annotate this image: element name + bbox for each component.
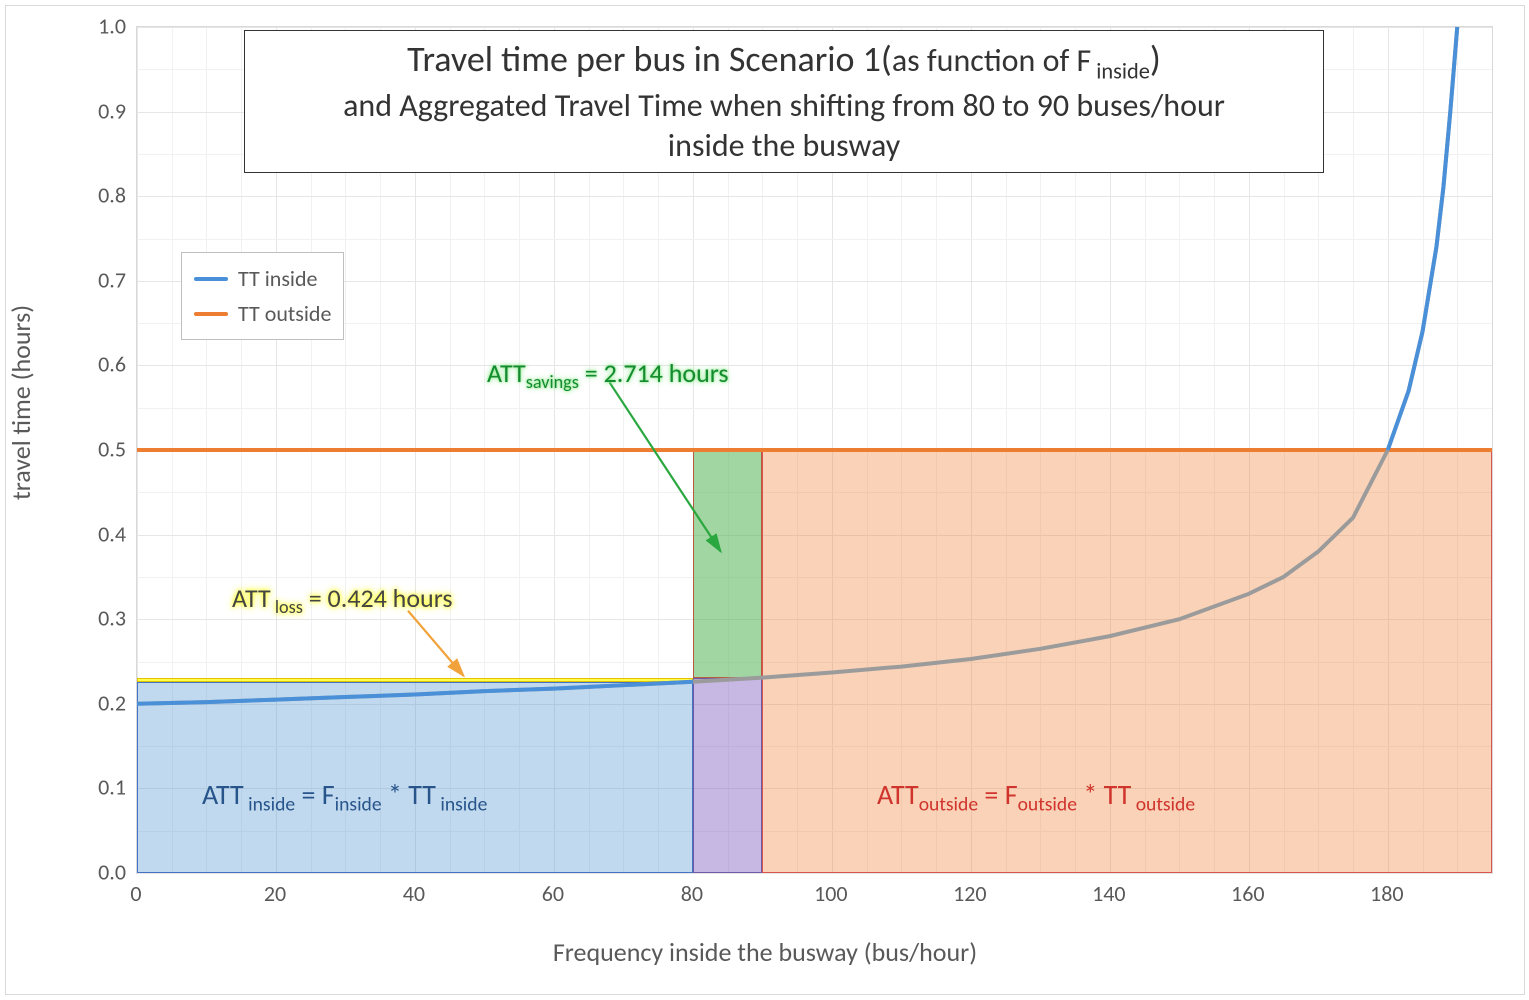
- x-tick: 100: [814, 880, 847, 907]
- region-att_loss: [137, 678, 693, 682]
- y-tick: 0.8: [76, 182, 126, 209]
- legend-swatch-outside: [194, 312, 228, 316]
- y-tick: 0.5: [76, 436, 126, 463]
- legend-label: TT inside: [238, 265, 317, 292]
- x-tick: 0: [130, 880, 141, 907]
- y-tick: 0.7: [76, 266, 126, 293]
- y-tick: 1.0: [76, 13, 126, 40]
- chart-title: Travel time per bus in Scenario 1(as fun…: [244, 30, 1324, 173]
- region-att_savings: [693, 450, 762, 678]
- chart-container: travel time (hours) Frequency inside the…: [5, 5, 1525, 995]
- x-tick: 160: [1231, 880, 1264, 907]
- x-tick: 40: [403, 880, 425, 907]
- y-tick: 0.3: [76, 605, 126, 632]
- x-tick: 140: [1092, 880, 1125, 907]
- annotation-loss: ATT loss = 0.424 hours: [232, 582, 453, 618]
- x-axis-label: Frequency inside the busway (bus/hour): [6, 936, 1524, 968]
- plot-area: Travel time per bus in Scenario 1(as fun…: [136, 26, 1493, 874]
- x-tick: 80: [681, 880, 703, 907]
- y-tick: 0.6: [76, 351, 126, 378]
- legend-label: TT outside: [238, 300, 331, 327]
- annotation-savings: ATTsavings = 2.714 hours: [487, 357, 729, 393]
- y-tick: 0.4: [76, 520, 126, 547]
- x-tick: 60: [542, 880, 564, 907]
- chart-legend: TT inside TT outside: [181, 252, 344, 340]
- annotation-att-outside: ATToutside = Foutside * TT outside: [877, 777, 1195, 817]
- y-axis-label: travel time (hours): [5, 305, 37, 500]
- arrow-loss: [408, 611, 464, 676]
- region-att_shift_inside: [693, 678, 762, 873]
- y-tick: 0.9: [76, 97, 126, 124]
- x-tick: 20: [264, 880, 286, 907]
- y-tick: 0.2: [76, 689, 126, 716]
- legend-swatch-inside: [194, 277, 228, 281]
- legend-item-tt-outside: TT outside: [194, 296, 331, 331]
- y-tick: 0.1: [76, 774, 126, 801]
- y-tick: 0.0: [76, 859, 126, 886]
- x-tick: 180: [1370, 880, 1403, 907]
- x-tick: 120: [953, 880, 986, 907]
- annotation-att-inside: ATT inside = Finside * TT inside: [202, 777, 487, 817]
- legend-item-tt-inside: TT inside: [194, 261, 331, 296]
